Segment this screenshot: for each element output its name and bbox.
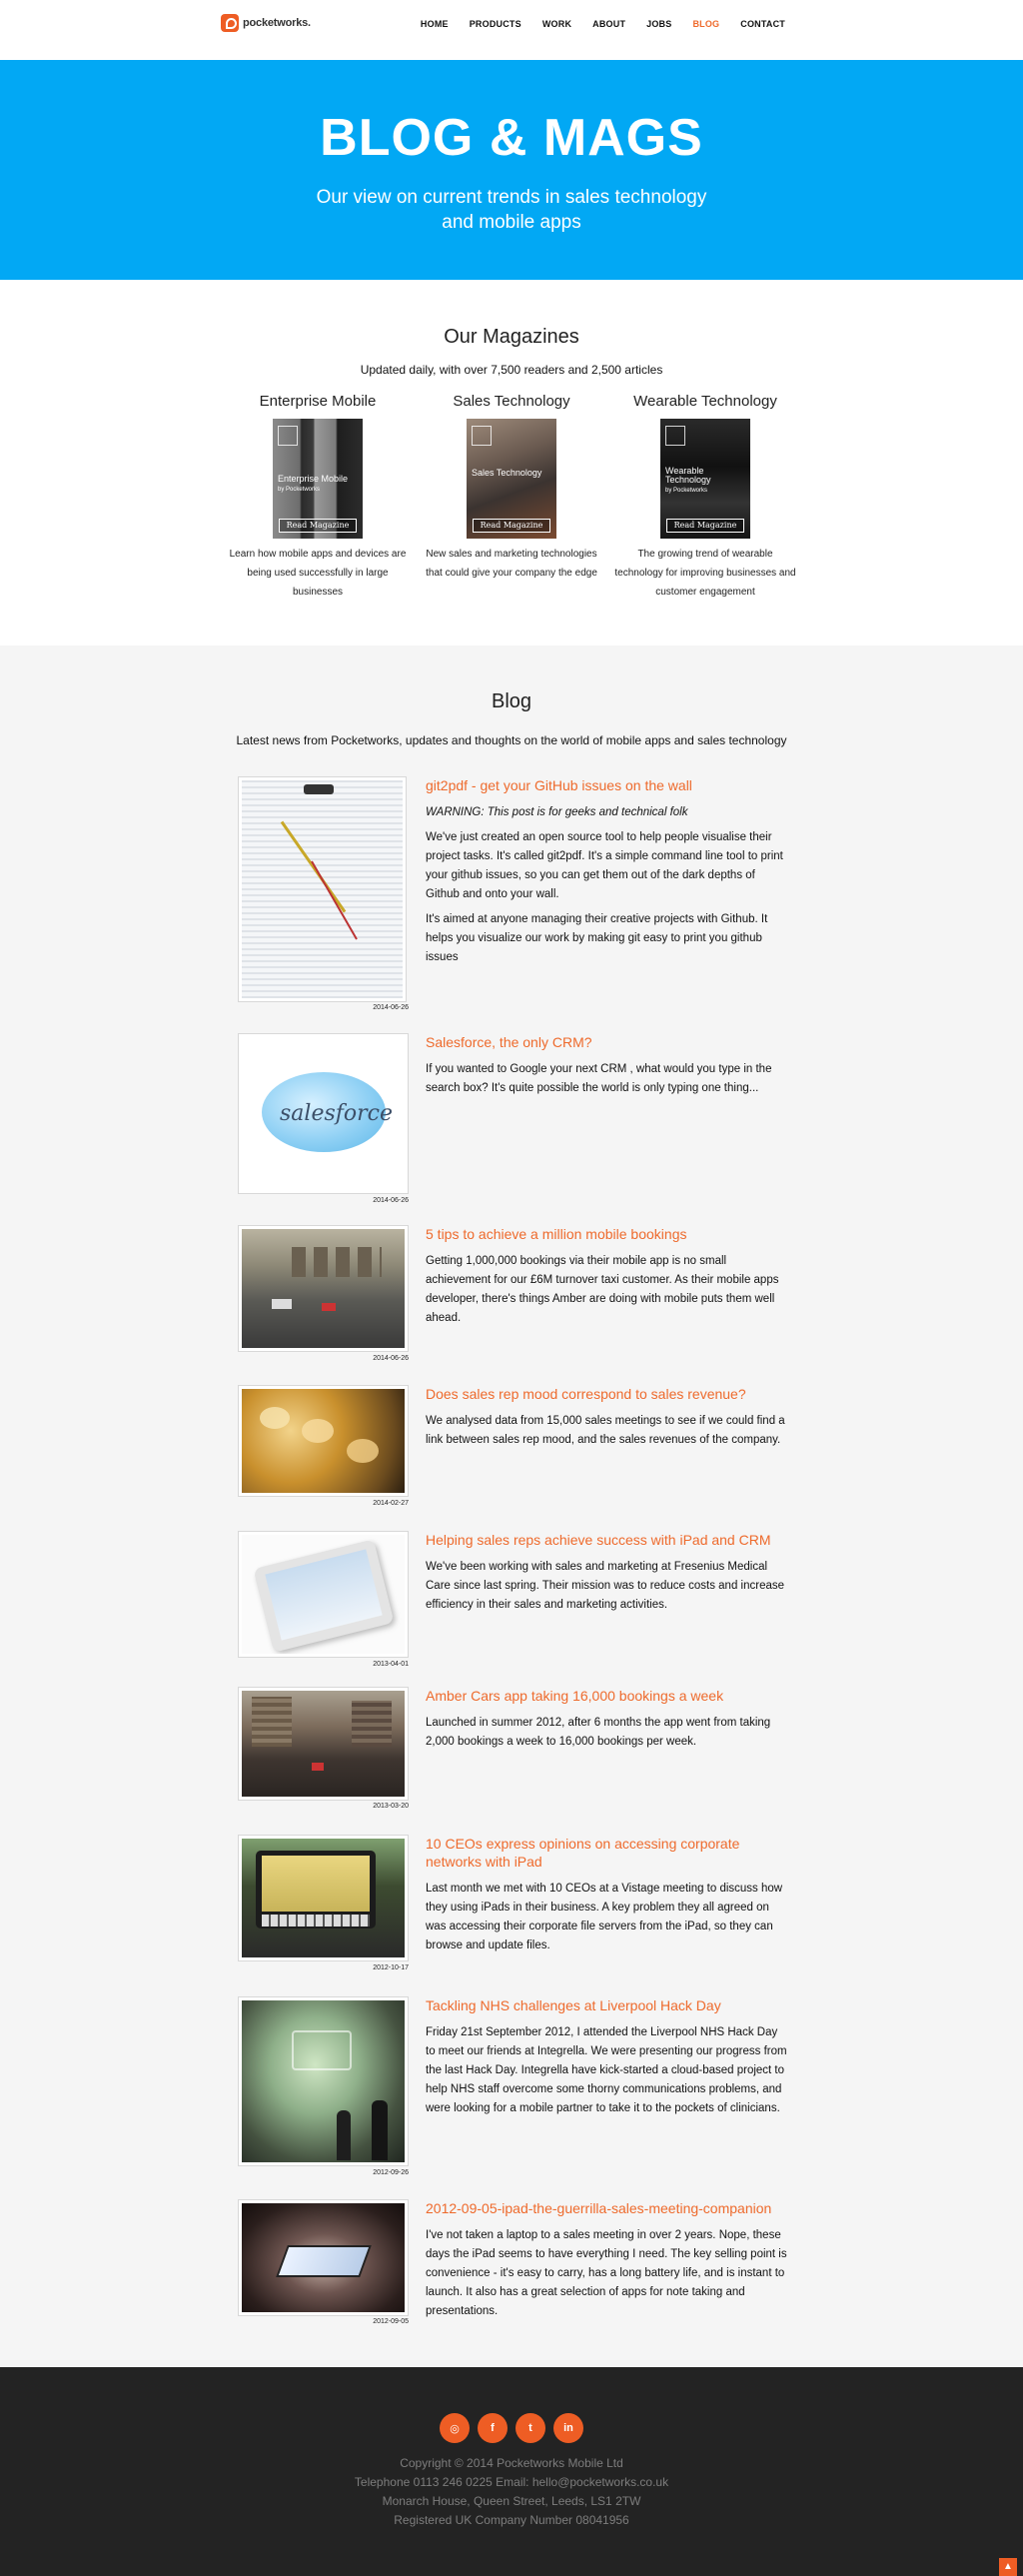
- nav-about[interactable]: ABOUT: [592, 19, 625, 29]
- nav-products[interactable]: PRODUCTS: [470, 19, 521, 29]
- post-excerpt: We've just created an open source tool t…: [426, 831, 783, 900]
- magazine-cover[interactable]: Enterprise Mobile by Pocketworks Read Mag…: [273, 419, 363, 539]
- post-title-link[interactable]: Does sales rep mood correspond to sales …: [426, 1385, 787, 1403]
- magazine-name: Wearable Technology: [633, 393, 777, 410]
- magazine-cover-title: Sales Technology: [472, 468, 542, 478]
- nav-work[interactable]: WORK: [542, 19, 571, 29]
- post-title-link[interactable]: 2012-09-05-ipad-the-guerrilla-sales-meet…: [426, 2199, 787, 2217]
- post-date: 2012-09-05: [373, 2318, 409, 2325]
- post-thumbnail[interactable]: [238, 1385, 409, 1497]
- nav-blog[interactable]: BLOG: [692, 19, 719, 29]
- logo[interactable]: pocketworks.: [221, 14, 311, 32]
- flipboard-icon: [472, 426, 492, 446]
- post-title-link[interactable]: Helping sales reps achieve success with …: [426, 1531, 787, 1549]
- post-date: 2012-10-17: [373, 1964, 409, 1971]
- magazines-title: Our Magazines: [444, 326, 579, 348]
- post-excerpt: We've been working with sales and market…: [426, 1561, 785, 1611]
- post-title-link[interactable]: 10 CEOs express opinions on accessing co…: [426, 1835, 787, 1871]
- post-excerpt: Last month we met with 10 CEOs at a Vist…: [426, 1883, 783, 1951]
- post-excerpt: If you wanted to Google your next CRM , …: [426, 1063, 772, 1094]
- hero-banner: BLOG & MAGS Our view on current trends i…: [0, 60, 1023, 280]
- magazine-name: Enterprise Mobile: [259, 393, 377, 410]
- footer-info: Copyright © 2014 Pocketworks Mobile Ltd …: [0, 2454, 1023, 2530]
- post-excerpt: Getting 1,000,000 bookings via their mob…: [426, 1255, 779, 1324]
- magazine-description: The growing trend of wearable technology…: [614, 549, 796, 598]
- magazines-subtitle: Updated daily, with over 7,500 readers a…: [360, 363, 663, 377]
- magazine-item: Sales Technology Sales Technology Read M…: [415, 393, 608, 602]
- hero-subtitle-line2: and mobile apps: [442, 212, 581, 234]
- nav-contact[interactable]: CONTACT: [740, 19, 785, 29]
- post-date: 2014-06-26: [373, 1197, 409, 1204]
- read-magazine-button[interactable]: Read Magazine: [279, 519, 357, 533]
- read-magazine-button[interactable]: Read Magazine: [473, 519, 550, 533]
- salesforce-logo-text: salesforce: [280, 1101, 393, 1126]
- top-navigation-bar: pocketworks. HOME PRODUCTS WORK ABOUT JO…: [0, 0, 1023, 60]
- contact-text: Telephone 0113 246 0225 Email: hello@poc…: [354, 2475, 669, 2489]
- post-warning: WARNING: This post is for geeks and tech…: [426, 806, 688, 818]
- post-excerpt: Launched in summer 2012, after 6 months …: [426, 1717, 771, 1748]
- post-thumbnail[interactable]: [238, 1531, 409, 1658]
- address-text: Monarch House, Queen Street, Leeds, LS1 …: [382, 2494, 641, 2508]
- magazine-cover[interactable]: Wearable Technology by Pocketworks Read M…: [660, 419, 750, 539]
- magazine-name: Sales Technology: [453, 393, 570, 410]
- main-nav: HOME PRODUCTS WORK ABOUT JOBS BLOG CONTA…: [400, 19, 785, 29]
- post-thumbnail[interactable]: [238, 1835, 409, 1961]
- magazine-description: New sales and marketing technologies tha…: [426, 549, 597, 579]
- social-links: ◎ f t in: [0, 2413, 1023, 2443]
- magazine-cover-title: Enterprise Mobile by Pocketworks: [278, 474, 349, 494]
- post-excerpt: I've not taken a laptop to a sales meeti…: [426, 2229, 787, 2317]
- back-to-top-icon[interactable]: ▲: [999, 2558, 1017, 2576]
- blog-section: Blog Latest news from Pocketworks, updat…: [0, 645, 1023, 2367]
- magazine-cover-title: Wearable Technology by Pocketworks: [665, 466, 711, 495]
- flipboard-icon: [665, 426, 685, 446]
- post-thumbnail[interactable]: [238, 1687, 409, 1801]
- linkedin-icon[interactable]: in: [553, 2413, 583, 2443]
- read-magazine-button[interactable]: Read Magazine: [666, 519, 744, 533]
- hero-subtitle: Our view on current trends in sales tech…: [0, 185, 1023, 235]
- twitter-icon[interactable]: t: [515, 2413, 545, 2443]
- post-date: 2014-06-26: [373, 1004, 409, 1011]
- facebook-icon[interactable]: f: [478, 2413, 508, 2443]
- company-number-text: Registered UK Company Number 08041956: [394, 2513, 629, 2527]
- post-date: 2013-03-20: [373, 1803, 409, 1810]
- nav-home[interactable]: HOME: [421, 19, 449, 29]
- rss-icon[interactable]: ◎: [440, 2413, 470, 2443]
- magazine-item: Wearable Technology Wearable Technology b…: [608, 393, 802, 602]
- magazine-list: Enterprise Mobile Enterprise Mobile by Po…: [0, 393, 1023, 602]
- post-date: 2014-06-26: [373, 1355, 409, 1362]
- post-excerpt: We analysed data from 15,000 sales meeti…: [426, 1415, 785, 1446]
- blog-title: Blog: [491, 690, 532, 712]
- footer: ◎ f t in Copyright © 2014 Pocketworks Mo…: [0, 2367, 1023, 2576]
- nav-jobs[interactable]: JOBS: [646, 19, 671, 29]
- logo-text: pocketworks.: [243, 17, 311, 29]
- post-title-link[interactable]: 5 tips to achieve a million mobile booki…: [426, 1225, 787, 1243]
- post-date: 2012-09-26: [373, 2169, 409, 2176]
- post-thumbnail[interactable]: [238, 1225, 409, 1352]
- post-date: 2014-02-27: [373, 1500, 409, 1507]
- pocketworks-logo-icon: [221, 14, 239, 32]
- post-title-link[interactable]: Amber Cars app taking 16,000 bookings a …: [426, 1687, 787, 1705]
- post-thumbnail[interactable]: salesforce: [238, 1033, 409, 1194]
- magazines-section: Our Magazines Updated daily, with over 7…: [0, 280, 1023, 645]
- hero-subtitle-line1: Our view on current trends in sales tech…: [316, 187, 707, 209]
- post-title-link[interactable]: Salesforce, the only CRM?: [426, 1033, 787, 1051]
- post-thumbnail[interactable]: [238, 1996, 409, 2166]
- blog-subtitle: Latest news from Pocketworks, updates an…: [236, 733, 787, 747]
- magazine-cover[interactable]: Sales Technology Read Magazine: [467, 419, 556, 539]
- post-date: 2013-04-01: [373, 1661, 409, 1668]
- hero-title: BLOG & MAGS: [320, 109, 703, 167]
- post-excerpt: It's aimed at anyone managing their crea…: [426, 913, 768, 963]
- post-title-link[interactable]: Tackling NHS challenges at Liverpool Hac…: [426, 1996, 787, 2014]
- copyright-text: Copyright © 2014 Pocketworks Mobile Ltd: [400, 2456, 623, 2470]
- flipboard-icon: [278, 426, 298, 446]
- post-excerpt: Friday 21st September 2012, I attended t…: [426, 2026, 787, 2114]
- magazine-description: Learn how mobile apps and devices are be…: [229, 549, 407, 598]
- post-title-link[interactable]: git2pdf - get your GitHub issues on the …: [426, 776, 787, 794]
- magazine-item: Enterprise Mobile Enterprise Mobile by Po…: [221, 393, 415, 602]
- post-thumbnail[interactable]: [238, 776, 407, 1002]
- post-thumbnail[interactable]: [238, 2199, 409, 2316]
